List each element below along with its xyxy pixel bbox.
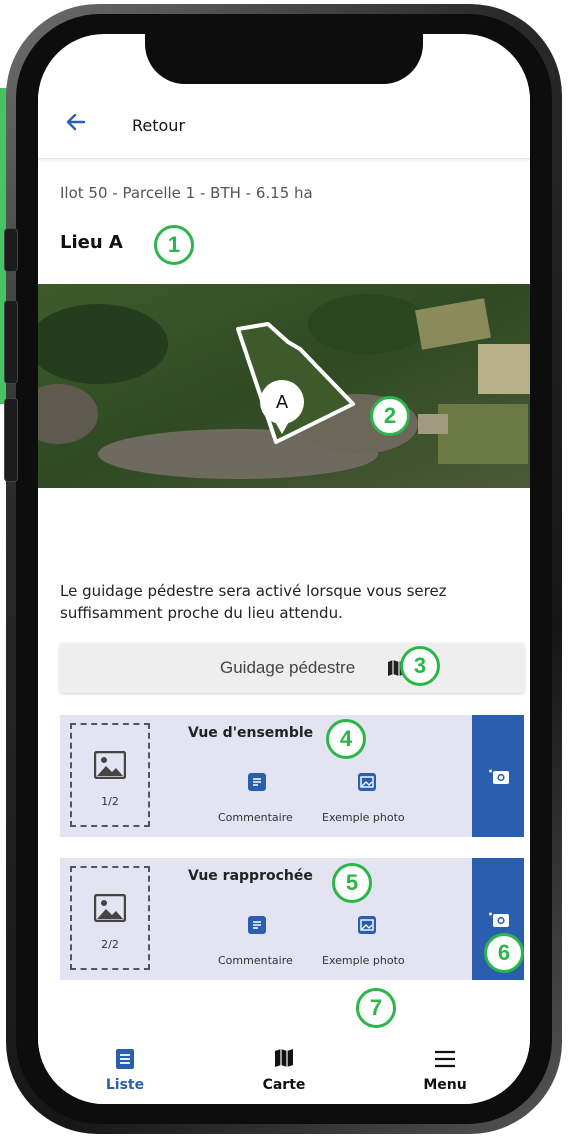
- map-marker-label[interactable]: A: [274, 392, 290, 413]
- nav-tab-liste[interactable]: Liste: [65, 1028, 185, 1104]
- annotation-badge-4: 4: [326, 719, 366, 759]
- pedestrian-guidance-button[interactable]: Guidage pédestre: [60, 643, 524, 693]
- app-header: Retour: [38, 94, 530, 159]
- nav-tab-carte[interactable]: Carte: [224, 1028, 344, 1104]
- back-button[interactable]: Retour: [132, 116, 185, 135]
- bottom-nav: Liste Carte Menu: [38, 1028, 530, 1104]
- volume-up-button: [4, 300, 18, 384]
- add-camera-icon: [489, 769, 509, 784]
- mute-switch: [4, 228, 18, 272]
- annotation-badge-5: 5: [332, 863, 372, 903]
- annotation-badge-6: 6: [484, 933, 524, 973]
- example-photo-label[interactable]: Exemple photo: [322, 811, 405, 824]
- guidance-button-label: Guidage pédestre: [220, 658, 356, 677]
- add-camera-icon: [489, 912, 509, 927]
- comment-icon[interactable]: [248, 773, 266, 791]
- image-icon: [94, 751, 126, 779]
- nav-label-liste: Liste: [105, 1077, 145, 1093]
- place-title: Lieu A: [60, 232, 123, 253]
- example-photo-label[interactable]: Exemple photo: [322, 954, 405, 967]
- map-icon: [275, 1049, 293, 1067]
- nav-label-menu: Menu: [423, 1077, 467, 1093]
- image-icon: [94, 894, 126, 922]
- annotation-badge-3: 3: [400, 646, 440, 686]
- photo-placeholder[interactable]: 2/2: [70, 866, 150, 970]
- volume-down-button: [4, 398, 18, 482]
- nav-label-carte: Carte: [262, 1077, 306, 1093]
- photo-placeholder[interactable]: 1/2: [70, 723, 150, 827]
- annotation-badge-7: 7: [356, 988, 396, 1028]
- photo-card: 1/2 Vue d'ensemble Commentaire Exemple p…: [60, 715, 524, 837]
- parcel-subtitle: Ilot 50 - Parcelle 1 - BTH - 6.15 ha: [60, 184, 313, 202]
- guidance-text: Le guidage pédestre sera activé lorsque …: [60, 582, 447, 622]
- photo-card-title: Vue rapprochée: [188, 868, 313, 884]
- hamburger-icon: [435, 1050, 455, 1068]
- example-photo-icon[interactable]: [358, 773, 376, 791]
- comment-label[interactable]: Commentaire: [218, 811, 293, 824]
- list-icon: [116, 1049, 134, 1069]
- annotation-badge-2: 2: [370, 396, 410, 436]
- notch: [145, 34, 423, 84]
- satellite-map[interactable]: A: [38, 284, 530, 488]
- nav-tab-menu[interactable]: Menu: [385, 1028, 505, 1104]
- photo-card: 2/2 Vue rapprochée Commentaire Exemple p…: [60, 858, 524, 980]
- comment-icon[interactable]: [248, 916, 266, 934]
- photo-count: 1/2: [101, 795, 119, 808]
- back-arrow-icon[interactable]: [64, 110, 88, 134]
- example-photo-icon[interactable]: [358, 916, 376, 934]
- add-photo-button[interactable]: [472, 715, 524, 837]
- phone-screen: Retour Ilot 50 - Parcelle 1 - BTH - 6.15…: [38, 34, 530, 1104]
- photo-count: 2/2: [101, 938, 119, 951]
- annotation-badge-1: 1: [154, 225, 194, 265]
- comment-label[interactable]: Commentaire: [218, 954, 293, 967]
- photo-card-title: Vue d'ensemble: [188, 725, 314, 741]
